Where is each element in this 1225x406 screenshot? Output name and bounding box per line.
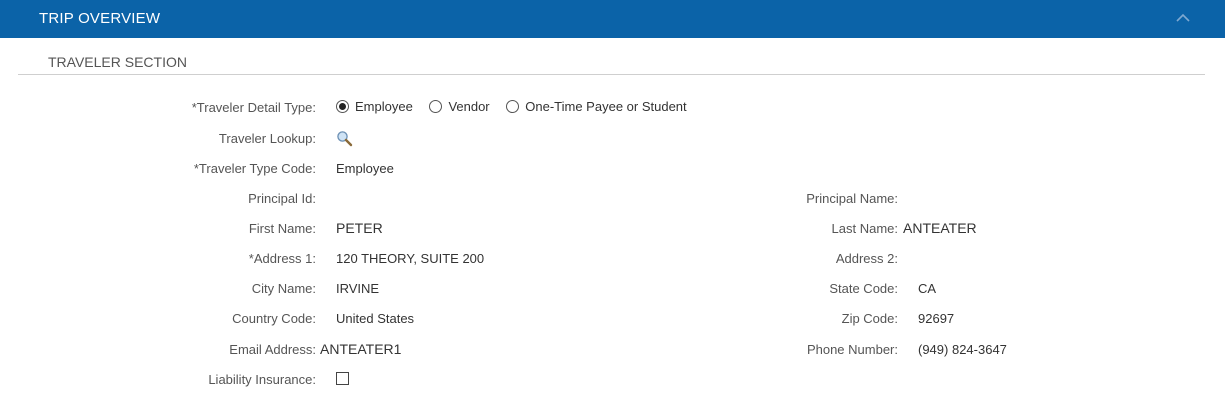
traveler-lookup-label: Traveler Lookup: (218, 131, 316, 146)
traveler-type-code-value: Employee (336, 161, 394, 176)
principal-name-label: Principal Name: (806, 191, 898, 206)
city-state-row: City Name: IRVINE State Code: CA (0, 278, 1225, 300)
address2-label: Address 2: (835, 251, 898, 266)
traveler-detail-type-label: *Traveler Detail Type: (191, 100, 316, 115)
radio-button-employee[interactable] (336, 100, 349, 113)
state-label: State Code: (829, 281, 898, 296)
liability-label: Liability Insurance: (208, 372, 316, 387)
address1-value: 120 THEORY, SUITE 200 (336, 251, 485, 266)
traveler-type-code-label: *Traveler Type Code: (193, 161, 316, 176)
traveler-detail-type-row: *Traveler Detail Type: Employee Vendor O… (0, 97, 1225, 119)
country-zip-row: Country Code: United States Zip Code: 92… (0, 308, 1225, 330)
zip-label: Zip Code: (841, 311, 898, 326)
country-value: United States (336, 311, 415, 326)
panel-header: TRIP OVERVIEW (0, 0, 1225, 38)
name-row: First Name: PETER Last Name: ANTEATER (0, 218, 1225, 240)
panel-title: TRIP OVERVIEW (39, 10, 161, 27)
radio-one-time-payee[interactable]: One-Time Payee or Student (506, 99, 687, 114)
address-row: *Address 1: 120 THEORY, SUITE 200 Addres… (0, 248, 1225, 270)
email-value: ANTEATER1 (320, 341, 402, 357)
email-label: Email Address: (229, 342, 316, 357)
radio-button-one-time-payee[interactable] (506, 100, 520, 113)
liability-checkbox[interactable] (336, 372, 349, 385)
country-label: Country Code: (232, 311, 316, 326)
principal-id-label: Principal Id: (248, 191, 316, 206)
chevron-up-icon[interactable] (1174, 9, 1192, 27)
email-phone-row: Email Address: ANTEATER1 Phone Number: (… (0, 339, 1225, 361)
radio-employee[interactable]: Employee (336, 99, 413, 114)
traveler-type-code-row: *Traveler Type Code: Employee (0, 158, 1225, 180)
radio-vendor[interactable]: Vendor (429, 99, 490, 114)
radio-label-vendor: Vendor (448, 99, 490, 114)
zip-value: 92697 (918, 311, 955, 326)
traveler-detail-type-radio-group: Employee Vendor One-Time Payee or Studen… (336, 99, 700, 116)
search-icon[interactable] (336, 130, 353, 147)
traveler-lookup-row: Traveler Lookup: (0, 128, 1225, 150)
liability-row: Liability Insurance: (0, 369, 1225, 391)
radio-label-one-time-payee: One-Time Payee or Student (525, 99, 687, 114)
principal-row: Principal Id: Principal Name: (0, 188, 1225, 210)
radio-button-vendor[interactable] (429, 100, 443, 113)
section-divider (18, 74, 1205, 75)
city-value: IRVINE (336, 281, 380, 296)
first-name-label: First Name: (248, 221, 316, 236)
address1-label: *Address 1: (248, 251, 316, 266)
phone-value: (949) 824-3647 (918, 342, 1007, 357)
last-name-value: ANTEATER (903, 220, 977, 236)
city-label: City Name: (251, 281, 316, 296)
section-title: TRAVELER SECTION (48, 54, 187, 70)
phone-label: Phone Number: (806, 342, 898, 357)
state-value: CA (918, 281, 937, 296)
first-name-value: PETER (336, 220, 383, 236)
last-name-label: Last Name: (831, 221, 898, 236)
radio-label-employee: Employee (355, 99, 413, 114)
